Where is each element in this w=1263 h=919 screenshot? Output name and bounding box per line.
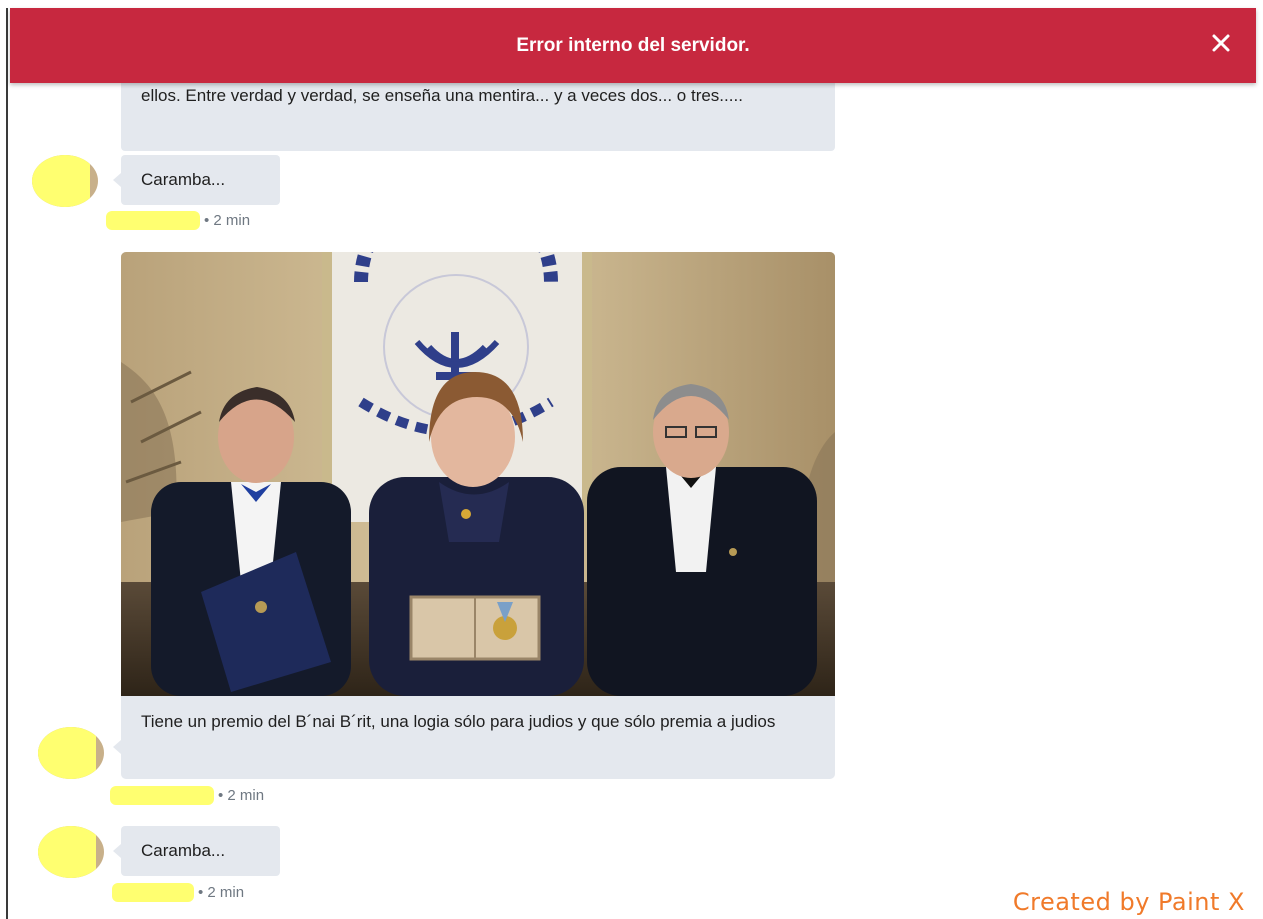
author-name-redacted[interactable] [106,211,200,230]
message-bubble: Caramba... [113,155,280,205]
message-bubble: Caramba... [113,826,280,876]
avatar[interactable] [38,826,104,878]
message-photo[interactable] [121,252,835,696]
message-time: • 2 min [204,212,251,229]
chat-page: ellos. Entre verdad y verdad, se enseña … [0,0,1263,919]
message-meta: • 2 min [112,883,244,902]
message-meta: • 2 min [110,786,264,805]
image-message[interactable]: Tiene un premio del B´nai B´rit, una log… [121,252,835,779]
image-caption: Tiene un premio del B´nai B´rit, una log… [141,712,776,731]
message-time: • 2 min [218,787,265,804]
redaction-mask [32,155,90,207]
message-text: Caramba... [141,841,226,860]
error-banner: Error interno del servidor. [10,8,1256,83]
bubble-tail [113,740,121,754]
message-meta: • 2 min [106,211,250,230]
error-message: Error interno del servidor. [516,35,750,56]
author-name-redacted[interactable] [112,883,194,902]
close-icon[interactable] [1206,28,1236,58]
avatar[interactable] [38,727,104,779]
author-name-redacted[interactable] [110,786,214,805]
avatar[interactable] [32,155,98,207]
message-text: Caramba... [141,170,226,189]
message-bubble: ellos. Entre verdad y verdad, se enseña … [121,76,835,151]
message-time: • 2 min [198,884,245,901]
redaction-mask [38,727,96,779]
message-text: ellos. Entre verdad y verdad, se enseña … [141,86,743,105]
redaction-mask [38,826,96,878]
window-border [6,8,8,919]
watermark: Created by Paint X [1012,888,1245,916]
